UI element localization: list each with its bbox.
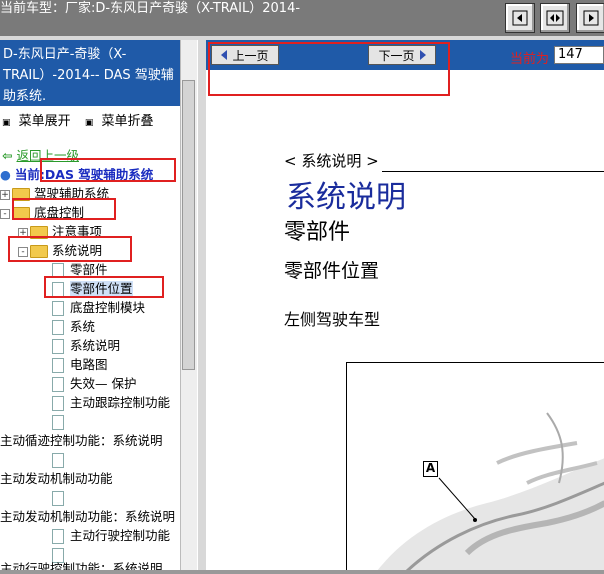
title-bar: 当前车型：厂家:D-东风日产奇骏（X-TRAIL）2014-	[0, 0, 604, 36]
vehicle-title: 当前车型：厂家:D-东风日产奇骏（X-TRAIL）2014-	[0, 1, 301, 16]
tree-item-active-ride-desc[interactable]: 主动行驶控制功能：系统说明	[0, 559, 163, 570]
skip-first-icon	[512, 10, 528, 26]
first-page-button[interactable]	[505, 3, 535, 33]
sidebar-scrollbar[interactable]	[180, 40, 197, 570]
highlight-system-description	[8, 236, 132, 262]
tree-item-system[interactable]: 系统	[52, 317, 95, 336]
tree-item-label: 电路图	[70, 357, 108, 372]
tree-item-engine-brake[interactable]: 主动发动机制动功能	[0, 469, 113, 488]
back-arrow-icon: ⇦	[2, 148, 13, 163]
tree-item-active-ride[interactable]: 主动行驶控制功能	[52, 526, 170, 545]
menu-icon: ▣	[84, 118, 94, 128]
horizontal-scrollbar[interactable]	[0, 570, 604, 574]
tree-item-active-trace-desc[interactable]: 主动循迹控制功能：系统说明	[0, 431, 163, 450]
highlight-chassis-control	[12, 198, 116, 220]
doc-breadcrumb: < 系统说明 >	[284, 152, 379, 170]
expand-all-item[interactable]: ▣ 菜单展开	[2, 110, 71, 129]
document-icon	[52, 339, 64, 354]
document-icon	[52, 377, 64, 392]
menu-icon: ▣	[2, 118, 11, 128]
last-page-button[interactable]	[576, 3, 604, 33]
tree-item-engine-brake-desc[interactable]: 主动发动机制动功能：系统说明	[0, 507, 175, 526]
document-icon	[52, 415, 64, 430]
tree-item-label: 系统	[70, 319, 96, 334]
scrollbar-thumb[interactable]	[182, 80, 195, 370]
tree-item-label: 主动行驶控制功能	[70, 528, 171, 543]
document-page: < 系统说明 > 系统说明 零部件 零部件位置 左侧驾驶车型 A	[206, 74, 604, 570]
component-diagram: A	[346, 362, 604, 570]
tree-item-label: 失效— 保护	[70, 376, 137, 391]
sidebar-actions: ▣ 菜单展开 ▣ 菜单折叠	[0, 110, 180, 129]
collapse-all-label: 菜单折叠	[101, 114, 154, 129]
tree-item-label: 底盘控制模块	[70, 300, 146, 315]
tree-item-label: 主动行驶控制功能：系统说明	[0, 561, 163, 570]
tree-item-active-trace[interactable]: 主动跟踪控制功能	[52, 393, 170, 412]
current-page-input[interactable]: 147	[554, 46, 604, 64]
callout-label-a: A	[423, 461, 438, 477]
content-pane: 上一页 下一页 当前为 147 < 系统说明 > 系统说明 零部件 零部件位置 …	[206, 40, 604, 570]
tree-item-label: 主动跟踪控制功能	[70, 395, 171, 410]
fit-page-button[interactable]	[540, 3, 570, 33]
tree-item-label: 主动发动机制动功能：系统说明	[0, 509, 176, 524]
document-icon	[52, 320, 64, 335]
collapse-all-item[interactable]: ▣ 菜单折叠	[85, 110, 154, 129]
tree-item-system-description-page[interactable]: 系统说明	[52, 336, 120, 355]
document-icon	[52, 396, 64, 411]
tree-item-label: 主动循迹控制功能：系统说明	[0, 433, 163, 448]
doc-section-heading: 零部件	[284, 220, 351, 245]
tree-item-chassis-module[interactable]: 底盘控制模块	[52, 298, 145, 317]
sidebar-heading: D-东风日产-奇骏（X-TRAIL）-2014-- DAS 驾驶辅助系统.	[0, 40, 180, 106]
document-icon	[52, 529, 64, 544]
expand-all-label: 菜单展开	[18, 114, 71, 129]
doc-subsection-heading: 零部件位置	[284, 260, 380, 282]
tree-item-spacer	[52, 412, 70, 431]
vehicle-illustration	[377, 412, 604, 570]
highlight-current-node	[40, 158, 176, 182]
tree-item-wiring-diagram[interactable]: 电路图	[52, 355, 108, 374]
fit-width-icon	[546, 10, 564, 26]
skip-last-icon	[583, 10, 599, 26]
tree-item-spacer	[52, 488, 70, 507]
doc-title: 系统说明	[286, 180, 406, 215]
document-icon	[52, 453, 64, 468]
tree-item-label: 主动发动机制动功能	[0, 471, 113, 486]
doc-variant-heading: 左侧驾驶车型	[284, 310, 381, 329]
document-icon	[52, 301, 64, 316]
heading-rule	[382, 171, 604, 172]
expand-icon[interactable]: +	[0, 189, 10, 200]
user-icon: ●	[0, 167, 11, 182]
tree-item-fail-safe[interactable]: 失效— 保护	[52, 374, 136, 393]
tree-item-label: 系统说明	[70, 338, 121, 353]
document-icon	[52, 358, 64, 373]
current-page-label: 当前为	[510, 52, 550, 67]
collapse-icon[interactable]: -	[0, 208, 10, 219]
sidebar: D-东风日产-奇骏（X-TRAIL）-2014-- DAS 驾驶辅助系统. ▣ …	[0, 40, 198, 570]
tree-item-spacer	[52, 450, 70, 469]
tree-item-label: 零部件	[70, 262, 108, 277]
highlight-component-location	[44, 276, 164, 298]
document-icon	[52, 491, 64, 506]
